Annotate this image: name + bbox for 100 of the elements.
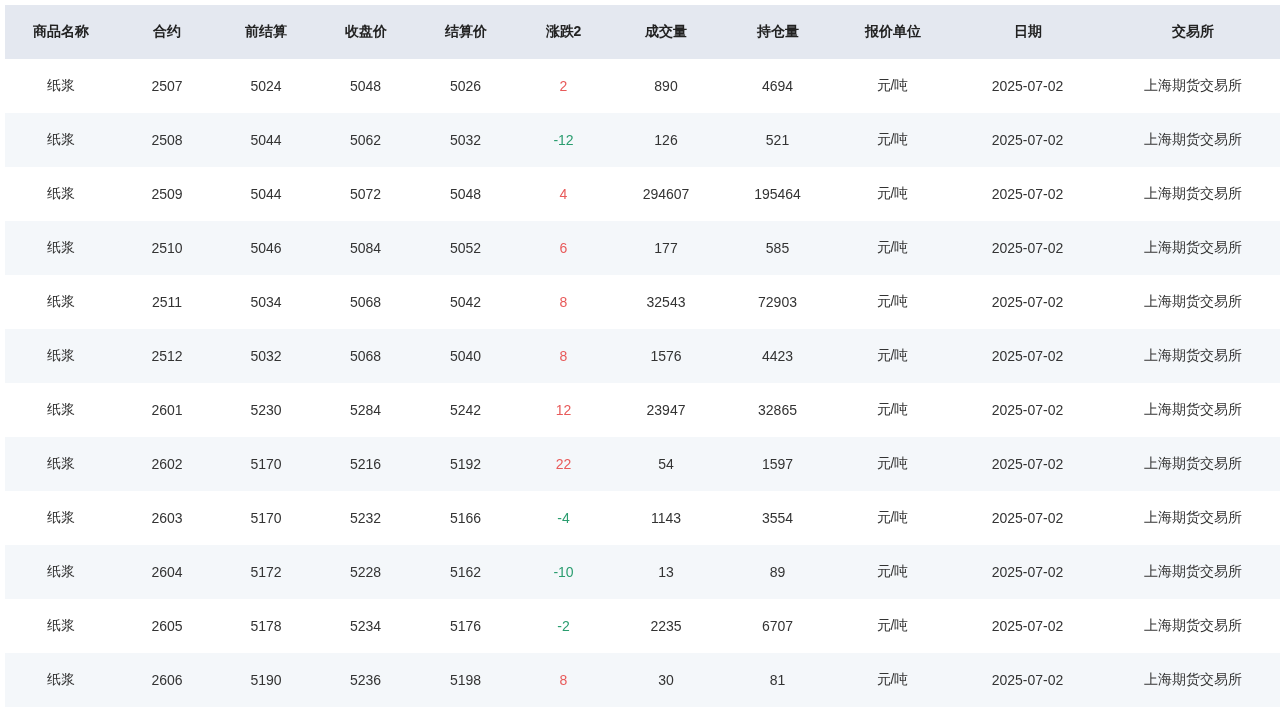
table-cell: 1597 (720, 437, 835, 491)
table-cell: 5040 (416, 329, 515, 383)
table-cell: 2510 (117, 221, 217, 275)
table-cell: 32865 (720, 383, 835, 437)
table-cell: 585 (720, 221, 835, 275)
table-cell: 2025-07-02 (950, 545, 1105, 599)
change-cell: 12 (515, 383, 612, 437)
table-cell: 32543 (612, 275, 720, 329)
table-cell: 5228 (315, 545, 416, 599)
table-cell: 2025-07-02 (950, 329, 1105, 383)
table-cell: 上海期货交易所 (1105, 329, 1280, 383)
table-cell: 5084 (315, 221, 416, 275)
table-cell: 纸浆 (5, 437, 117, 491)
column-header: 收盘价 (315, 5, 416, 59)
table-cell: 上海期货交易所 (1105, 545, 1280, 599)
table-cell: 上海期货交易所 (1105, 221, 1280, 275)
table-cell: 2025-07-02 (950, 113, 1105, 167)
table-cell: 元/吨 (835, 491, 950, 545)
table-cell: 5032 (217, 329, 315, 383)
table-cell: 元/吨 (835, 437, 950, 491)
table-cell: 5062 (315, 113, 416, 167)
table-cell: 5034 (217, 275, 315, 329)
table-cell: 2604 (117, 545, 217, 599)
table-cell: 上海期货交易所 (1105, 437, 1280, 491)
table-cell: 1576 (612, 329, 720, 383)
table-cell: 177 (612, 221, 720, 275)
table-cell: 纸浆 (5, 59, 117, 113)
table-cell: 5162 (416, 545, 515, 599)
table-cell: 13 (612, 545, 720, 599)
table-cell: 5284 (315, 383, 416, 437)
table-cell: 5048 (416, 167, 515, 221)
table-cell: 23947 (612, 383, 720, 437)
table-cell: 上海期货交易所 (1105, 491, 1280, 545)
table-cell: 2025-07-02 (950, 437, 1105, 491)
table-cell: 元/吨 (835, 383, 950, 437)
column-header: 持仓量 (720, 5, 835, 59)
table-cell: 上海期货交易所 (1105, 653, 1280, 707)
table-cell: 2025-07-02 (950, 167, 1105, 221)
table-cell: 1143 (612, 491, 720, 545)
table-cell: 2025-07-02 (950, 383, 1105, 437)
table-cell: 纸浆 (5, 599, 117, 653)
table-cell: 4694 (720, 59, 835, 113)
table-cell: 2601 (117, 383, 217, 437)
table-cell: 5234 (315, 599, 416, 653)
table-cell: 126 (612, 113, 720, 167)
table-cell: 2025-07-02 (950, 653, 1105, 707)
table-cell: 30 (612, 653, 720, 707)
table-cell: 89 (720, 545, 835, 599)
table-cell: 2025-07-02 (950, 599, 1105, 653)
table-cell: 纸浆 (5, 221, 117, 275)
table-cell: 5236 (315, 653, 416, 707)
table-cell: 81 (720, 653, 835, 707)
table-cell: 2512 (117, 329, 217, 383)
table-cell: 纸浆 (5, 167, 117, 221)
table-cell: 72903 (720, 275, 835, 329)
table-cell: 5176 (416, 599, 515, 653)
column-header: 涨跌2 (515, 5, 612, 59)
table-cell: 5044 (217, 113, 315, 167)
table-cell: 5242 (416, 383, 515, 437)
table-cell: 2606 (117, 653, 217, 707)
table-cell: 元/吨 (835, 113, 950, 167)
change-cell: 2 (515, 59, 612, 113)
table-cell: 5046 (217, 221, 315, 275)
table-cell: 2025-07-02 (950, 221, 1105, 275)
table-cell: 2025-07-02 (950, 275, 1105, 329)
table-cell: 纸浆 (5, 275, 117, 329)
table-cell: 4423 (720, 329, 835, 383)
table-cell: 元/吨 (835, 59, 950, 113)
table-cell: 5170 (217, 491, 315, 545)
table-cell: 5190 (217, 653, 315, 707)
table-cell: 纸浆 (5, 491, 117, 545)
table-cell: 5068 (315, 329, 416, 383)
table-cell: 5232 (315, 491, 416, 545)
table-cell: 54 (612, 437, 720, 491)
table-cell: 5192 (416, 437, 515, 491)
table-cell: 195464 (720, 167, 835, 221)
column-header: 合约 (117, 5, 217, 59)
table-cell: 5052 (416, 221, 515, 275)
table-cell: 上海期货交易所 (1105, 167, 1280, 221)
table-cell: 纸浆 (5, 653, 117, 707)
table-cell: 上海期货交易所 (1105, 383, 1280, 437)
table-cell: 5230 (217, 383, 315, 437)
table-cell: 5170 (217, 437, 315, 491)
change-cell: -12 (515, 113, 612, 167)
column-header: 前结算 (217, 5, 315, 59)
table-cell: 2025-07-02 (950, 491, 1105, 545)
table-cell: 2602 (117, 437, 217, 491)
table-cell: 上海期货交易所 (1105, 113, 1280, 167)
table-cell: 2603 (117, 491, 217, 545)
change-cell: -4 (515, 491, 612, 545)
change-cell: -2 (515, 599, 612, 653)
table-cell: 294607 (612, 167, 720, 221)
table-cell: 5072 (315, 167, 416, 221)
table-cell: 2605 (117, 599, 217, 653)
table-cell: 纸浆 (5, 329, 117, 383)
table-cell: 5068 (315, 275, 416, 329)
change-cell: -10 (515, 545, 612, 599)
table-cell: 5044 (217, 167, 315, 221)
column-header: 交易所 (1105, 5, 1280, 59)
table-cell: 上海期货交易所 (1105, 59, 1280, 113)
